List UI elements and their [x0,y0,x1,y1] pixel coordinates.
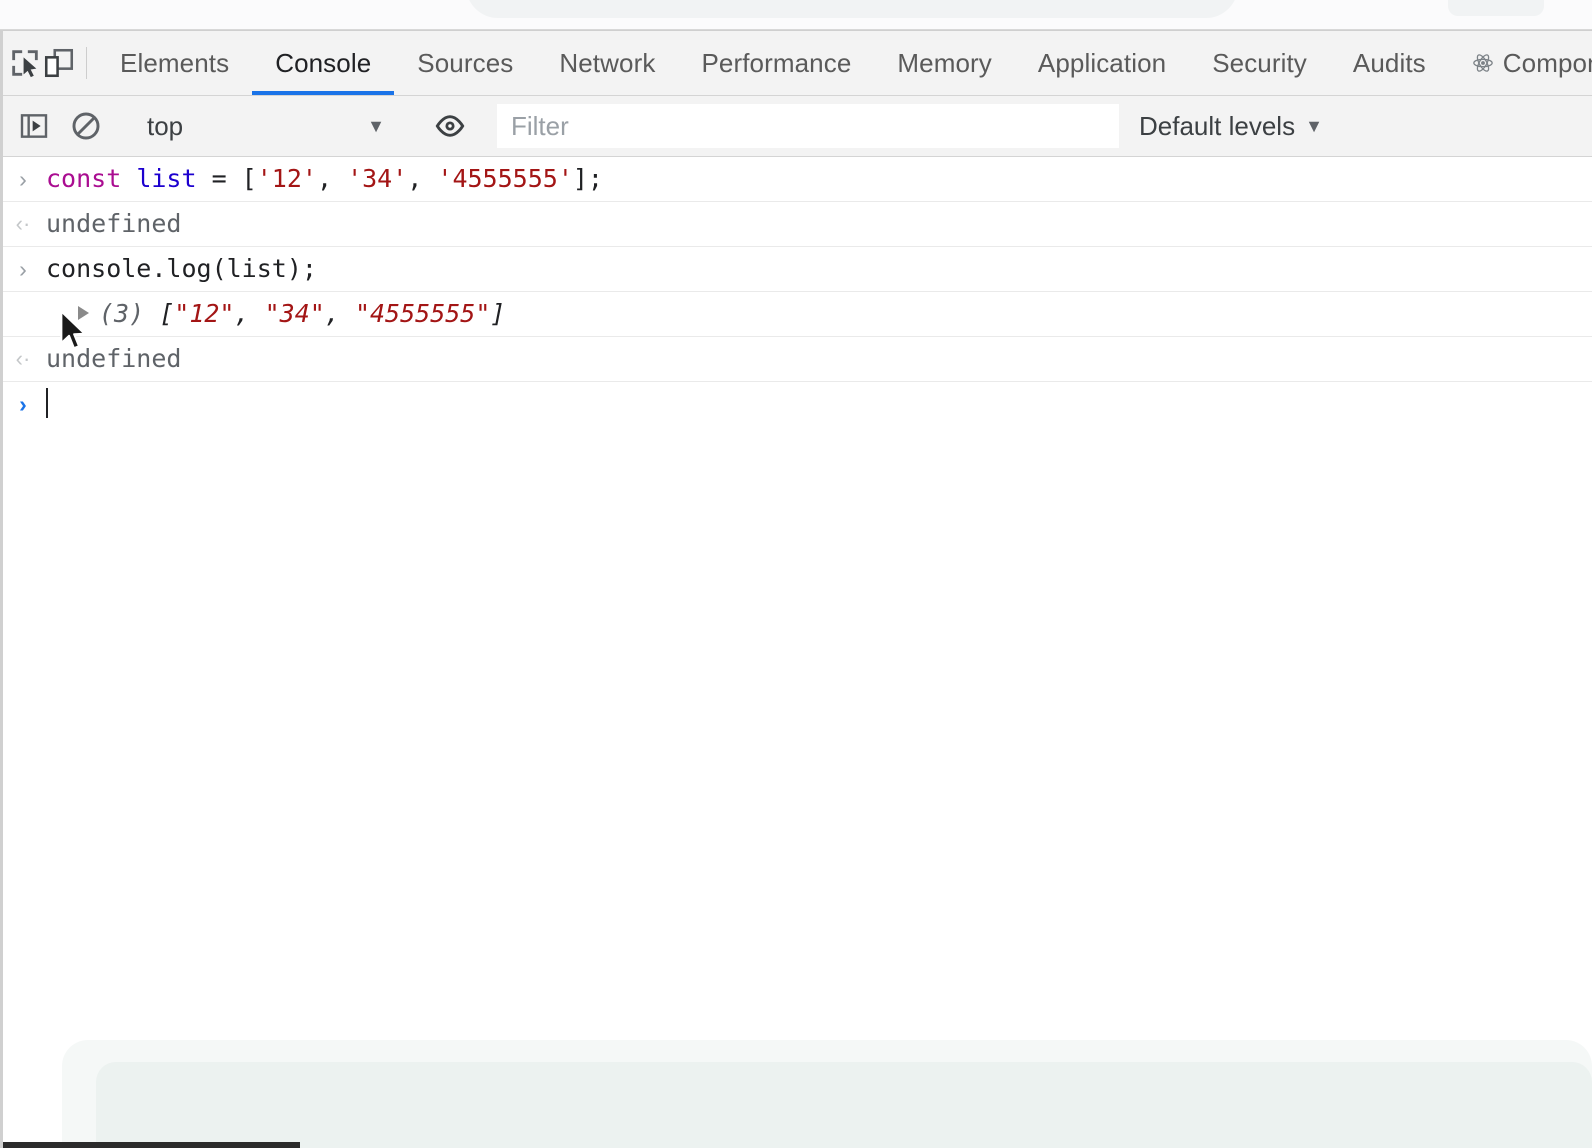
devtools-tabs: Elements Console Sources Network Perform… [97,31,1592,95]
console-message-text: undefined [46,209,182,238]
tab-memory[interactable]: Memory [874,31,1015,95]
devtools-tabstrip: Elements Console Sources Network Perform… [0,31,1592,96]
omnibox-remnant[interactable] [466,0,1238,18]
disclosure-triangle-icon[interactable] [78,306,89,320]
console-message-text: undefined [46,344,182,373]
console-message-object[interactable]: (3) ["12", "34", "4555555"] [0,292,1592,337]
tab-label: Performance [701,47,852,78]
result-arrow-icon: ‹· [15,346,31,371]
devtools-panel: Elements Console Sources Network Perform… [0,30,1592,1148]
array-item: "12" [174,299,235,328]
token-plain: , [407,164,438,193]
log-levels-select[interactable]: Default levels ▼ [1139,111,1323,142]
execution-context-select[interactable]: top ▼ [133,96,403,156]
prompt-arrow-icon: › [19,391,27,417]
tabstrip-divider [86,47,87,79]
tab-label: Elements [120,47,230,78]
token-plain: ]; [572,164,603,193]
open-bracket: [ [159,299,175,328]
clear-console-icon[interactable] [60,110,112,142]
array-length: (3) [99,299,145,328]
tab-components[interactable]: Components [1449,31,1592,95]
token-string: '12' [256,164,317,193]
console-message-result[interactable]: ‹· undefined [0,337,1592,382]
console-message-input[interactable]: › const list = ['12', '34', '4555555']; [0,157,1592,202]
tab-performance[interactable]: Performance [678,31,874,95]
device-toolbar-icon[interactable] [42,31,76,95]
chevron-down-icon: ▼ [367,116,385,136]
tab-console[interactable]: Console [252,31,395,95]
chrome-toolbar-remnant[interactable] [1448,0,1544,16]
bottom-panel-remnant-inner [96,1062,1592,1148]
console-prompt-row[interactable]: › [0,382,1592,426]
input-arrow-icon: › [19,166,27,192]
tab-security[interactable]: Security [1189,31,1330,95]
array-item: "4555555" [354,299,491,328]
console-message-text: console.log(list); [46,254,317,283]
console-message-result[interactable]: ‹· undefined [0,202,1592,247]
inspect-element-icon[interactable] [8,31,42,95]
left-window-edge [0,30,3,1148]
tab-label: Application [1037,47,1167,78]
tab-audits[interactable]: Audits [1330,31,1449,95]
console-sidebar-toggle-icon[interactable] [8,110,60,142]
console-message-input[interactable]: › console.log(list); [0,247,1592,292]
chevron-down-icon: ▼ [1305,116,1323,136]
console-message-list: › const list = ['12', '34', '4555555']; … [0,157,1592,426]
tab-sources[interactable]: Sources [394,31,536,95]
console-message-text: const list = ['12', '34', '4555555']; [46,163,1592,195]
log-levels-label: Default levels [1139,110,1296,141]
token-plain: = [ [196,164,257,193]
tab-network[interactable]: Network [536,31,678,95]
token-variable: list [136,164,197,193]
tab-label: Security [1212,47,1307,78]
tab-label: Audits [1352,47,1426,78]
console-message-text: (3) ["12", "34", "4555555"] [46,298,1592,330]
token-plain: , [316,164,348,193]
tab-application[interactable]: Application [1015,31,1189,95]
tab-label: Components [1502,47,1592,78]
tab-label: Console [275,47,372,78]
console-prompt-input[interactable] [46,388,1592,420]
close-bracket: ] [490,299,506,328]
result-arrow-icon: ‹· [15,211,31,236]
token-string: '4555555' [437,164,573,193]
text-caret [46,388,48,418]
input-arrow-icon: › [19,256,27,282]
filter-input[interactable] [497,104,1119,148]
tab-label: Sources [417,47,514,78]
tab-elements[interactable]: Elements [97,31,252,95]
tab-label: Network [559,47,656,78]
browser-chrome-strip [0,0,1592,30]
execution-context-value: top [147,110,184,141]
atom-icon [1472,52,1494,74]
live-expression-eye-icon[interactable] [424,110,476,142]
token-keyword: const [46,164,137,193]
console-toolbar: top ▼ Default levels ▼ [0,96,1592,157]
token-string: '34' [347,164,408,193]
tab-label: Memory [897,47,992,78]
bottom-edge-bar [0,1142,300,1148]
array-item: "34" [264,299,325,328]
token-plain: , [234,299,265,328]
token-plain: , [324,299,355,328]
